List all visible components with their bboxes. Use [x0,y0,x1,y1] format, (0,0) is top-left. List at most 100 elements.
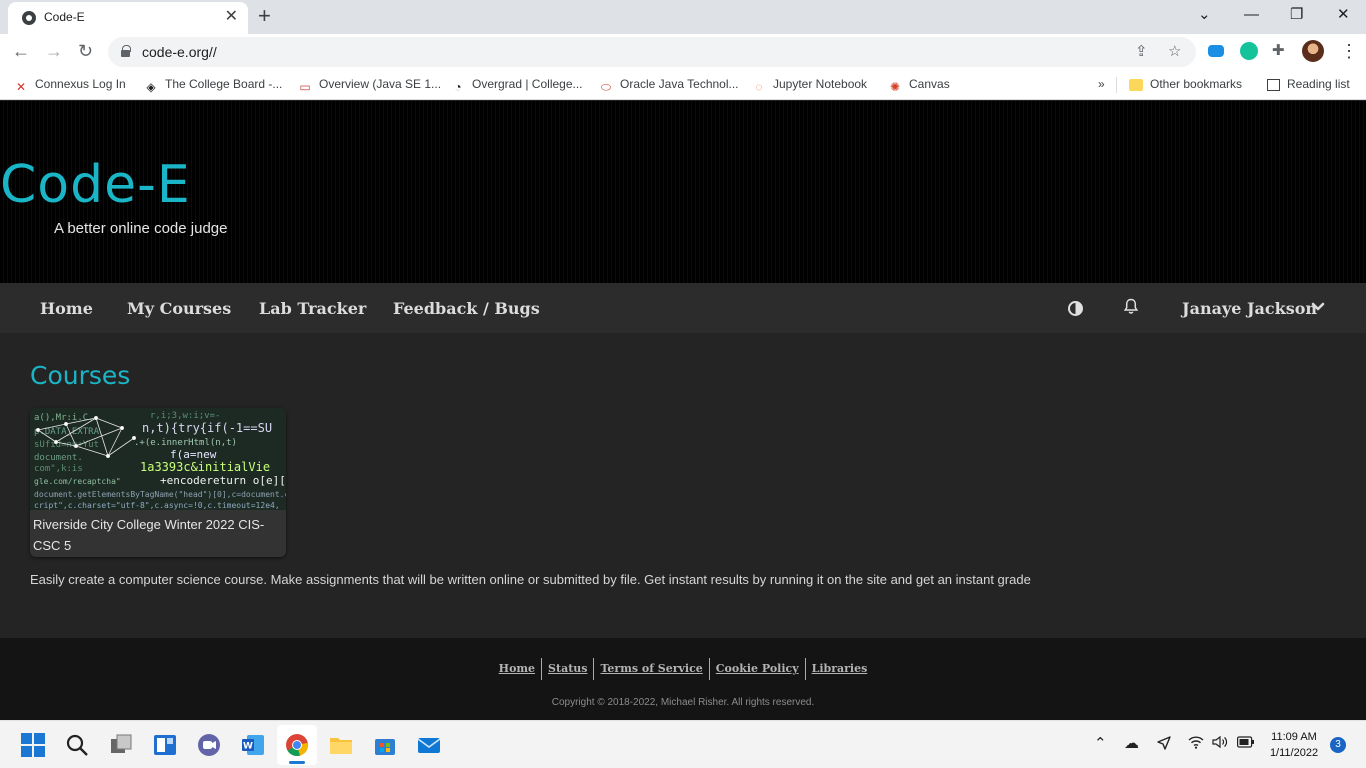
nav-feedback-bugs[interactable]: Feedback / Bugs [393,299,540,318]
copyright-text: Copyright © 2018-2022, Michael Risher. A… [551,697,815,708]
task-view-icon[interactable] [109,733,133,757]
college-board-icon: ◈ [146,80,156,94]
bookmark-connexus[interactable]: ✕ Connexus Log In [14,77,126,94]
reading-list-icon [1267,79,1280,91]
file-explorer-icon[interactable] [329,733,353,757]
close-tab-icon[interactable]: ✕ [225,8,238,26]
svg-text:sUfid=nu+Yut: sUfid=nu+Yut [34,440,99,450]
site-tagline: A better online code judge [54,220,228,237]
svg-text:a(),Mr:i.C.: a(),Mr:i.C. [34,413,94,423]
tab-search-chevron-icon[interactable]: ⌄ [1198,5,1211,25]
url-text[interactable]: code-e.org// [142,44,217,60]
lock-icon[interactable] [121,45,131,57]
bookmark-canvas[interactable]: ✺ Canvas [888,77,950,94]
grammarly-extension-icon[interactable] [1240,42,1258,60]
oracle-icon: ⬭ [600,80,612,94]
svg-text:com",k:is: com",k:is [34,464,83,474]
connexus-icon: ✕ [15,80,27,94]
browser-menu-icon[interactable]: ⋮ [1340,40,1358,62]
nav-lab-tracker[interactable]: Lab Tracker [259,299,366,318]
chevron-down-icon[interactable] [1311,297,1325,322]
globe-icon [22,11,36,25]
notification-badge[interactable]: 3 [1330,737,1346,753]
bookmarks-divider [1116,77,1117,93]
footer-link-cookie-policy[interactable]: Cookie Policy [708,658,805,680]
address-bar[interactable]: code-e.org// ⇪ ☆ [108,37,1196,67]
main-content: Courses a(),Mr:i.C. r,i;3,w:i;v=- p.DATA_… [0,333,1366,638]
search-icon[interactable] [65,733,89,757]
svg-text:document.: document. [34,453,83,463]
extensions-puzzle-icon[interactable]: ✚ [1272,42,1290,60]
site-header: Code-E A better online code judge [0,101,1366,283]
reading-list-button[interactable]: Reading list [1267,77,1350,91]
folder-icon [1129,79,1143,91]
nav-home[interactable]: Home [40,299,93,318]
site-footer: Home Status Terms of Service Cookie Policy L… [0,638,1366,720]
location-icon[interactable] [1156,735,1172,756]
wifi-icon[interactable] [1188,735,1204,754]
course-card[interactable]: a(),Mr:i.C. r,i;3,w:i;v=- p.DATA_EXTRA n,t… [30,408,286,557]
other-bookmarks-folder[interactable]: Other bookmarks [1129,77,1242,91]
restore-button[interactable]: ❐ [1290,5,1303,25]
course-name[interactable]: Riverside City College Winter 2022 CIS-C… [33,514,283,556]
bookmark-jupyter[interactable]: ◌ Jupyter Notebook [752,77,867,94]
clock-time: 11:09 AM [1271,731,1317,743]
share-icon[interactable]: ⇪ [1135,43,1148,60]
bookmark-java-overview[interactable]: ▭ Overview (Java SE 1... [298,77,441,94]
svg-text:1a3393c&initialVie: 1a3393c&initialVie [140,460,270,474]
windows-start-icon[interactable] [21,733,45,757]
chrome-taskbar-active[interactable] [277,725,317,765]
bookmark-oracle-java[interactable]: ⬭ Oracle Java Technol... [599,77,739,94]
footer-link-status[interactable]: Status [541,658,593,680]
onedrive-cloud-icon[interactable]: ☁ [1124,735,1139,753]
show-hidden-icons-chevron-icon[interactable]: ⌃ [1094,735,1107,753]
volume-icon[interactable] [1212,735,1228,754]
widgets-icon[interactable] [153,733,177,757]
window-close-button[interactable]: ✕ [1337,5,1350,25]
reload-button[interactable]: ↻ [78,40,93,62]
onedrive-extension-icon[interactable] [1208,45,1224,57]
svg-text:r,i;3,w:i;v=-: r,i;3,w:i;v=- [150,411,220,421]
microsoft-store-icon[interactable] [373,733,397,757]
word-icon[interactable]: W [241,733,265,757]
battery-icon[interactable] [1237,735,1255,753]
mail-icon[interactable] [417,733,441,757]
svg-text:.+(e.innerHtml(n,t): .+(e.innerHtml(n,t) [134,438,237,448]
svg-text:W: W [243,742,253,752]
jupyter-icon: ◌ [755,80,763,94]
theme-toggle-icon[interactable] [1068,301,1083,316]
svg-text:+encodereturn o[e][2]: +encodereturn o[e][2] [160,474,286,487]
new-tab-button[interactable]: + [258,4,271,28]
bookmark-college-board[interactable]: ◈ The College Board -... [144,77,282,94]
canvas-icon: ✺ [889,80,901,94]
tab-strip: Code-E ✕ + ⌄ — ❐ ✕ [0,0,1366,34]
course-thumbnail: a(),Mr:i.C. r,i;3,w:i;v=- p.DATA_EXTRA n,t… [30,408,286,510]
courses-heading: Courses [30,361,131,390]
forward-button[interactable]: → [45,40,63,62]
web-page: Code-E A better online code judge Home M… [0,101,1366,720]
footer-link-libraries[interactable]: Libraries [804,658,874,680]
bookmark-star-icon[interactable]: ☆ [1168,43,1181,60]
user-menu[interactable]: Janaye Jackson [1182,299,1317,318]
footer-link-terms[interactable]: Terms of Service [593,658,708,680]
svg-text:gle.com/recaptcha": gle.com/recaptcha" [34,477,121,486]
bookmark-overgrad[interactable]: ◔ Overgrad | College... [451,77,582,94]
footer-link-home[interactable]: Home [493,658,541,680]
teams-chat-icon[interactable] [197,733,221,757]
tab-title: Code-E [44,10,85,24]
back-button[interactable]: ← [12,40,30,62]
browser-toolbar: ← → ↻ code-e.org// ⇪ ☆ ✚ ⋮ [0,34,1366,70]
footer-links: Home Status Terms of Service Cookie Policy L… [0,658,1366,680]
browser-tab[interactable]: Code-E ✕ [8,2,248,34]
minimize-button[interactable]: — [1244,5,1259,25]
site-logo[interactable]: Code-E [0,155,191,215]
overgrad-icon: ◔ [454,80,462,94]
system-clock[interactable]: 11:09 AM 1/11/2022 [1262,729,1326,761]
profile-avatar[interactable] [1302,40,1324,62]
svg-text:document.getElementsByTagName(: document.getElementsByTagName("head")[0]… [34,490,286,499]
nav-my-courses[interactable]: My Courses [127,299,231,318]
clock-date: 1/11/2022 [1269,747,1319,759]
bookmarks-overflow-button[interactable]: » [1098,77,1105,91]
svg-text:cript",c.charset="utf-8",c.asy: cript",c.charset="utf-8",c.async=!0,c.ti… [34,501,280,510]
notifications-bell-icon[interactable] [1123,298,1139,320]
